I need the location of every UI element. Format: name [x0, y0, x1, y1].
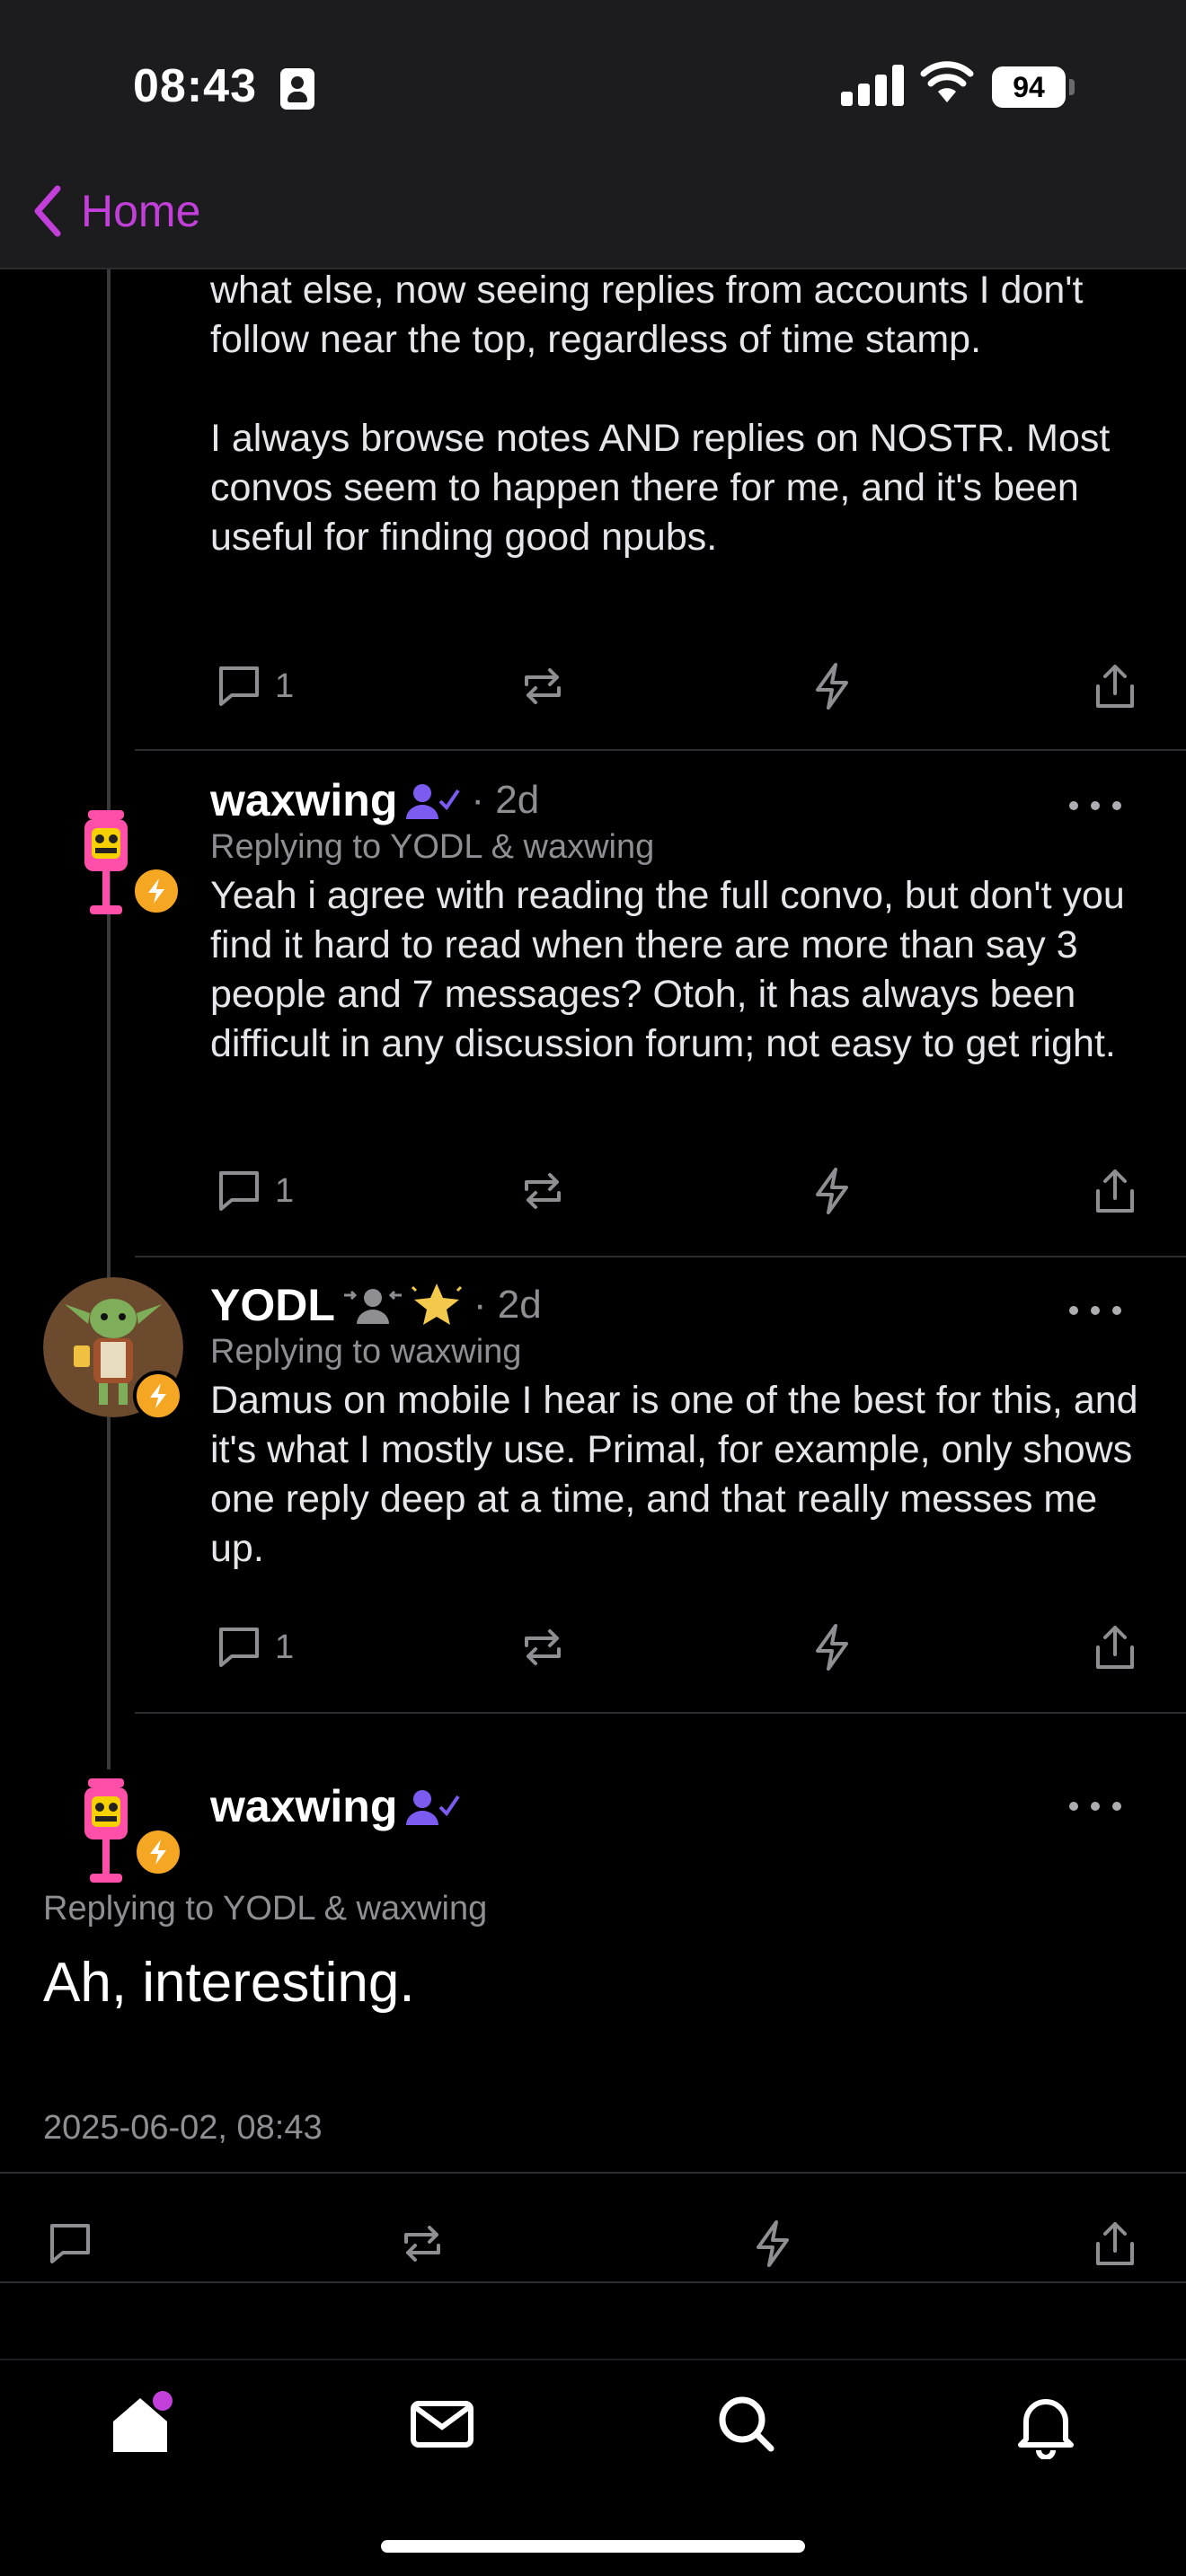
replying-to[interactable]: Replying to YODL & waxwing — [210, 828, 654, 867]
reply-icon — [219, 1628, 259, 1667]
zap-badge-icon — [133, 1371, 183, 1421]
post-actions: 1 — [210, 1620, 1148, 1674]
post-divider — [135, 1712, 1186, 1714]
more-options-button[interactable] — [1069, 792, 1123, 819]
share-button[interactable] — [1093, 1164, 1137, 1218]
post-actions: 1 — [210, 1164, 1148, 1218]
share-button[interactable] — [1093, 1620, 1137, 1674]
replying-to[interactable]: Replying to YODL & waxwing — [43, 1890, 487, 1928]
post-divider — [135, 1256, 1186, 1257]
share-icon — [1096, 665, 1134, 708]
repost-icon — [525, 1173, 561, 1209]
post-text: Damus on mobile I hear is one of the bes… — [210, 1379, 1138, 1570]
post-divider — [135, 749, 1186, 751]
share-button[interactable] — [1093, 659, 1137, 713]
tab-messages[interactable] — [406, 2387, 478, 2459]
contact-card-icon — [280, 68, 314, 110]
cellular-signal-icon — [841, 63, 904, 106]
top-bar: 08:43 94 Home — [0, 0, 1186, 269]
post-timestamp: 2025-06-02, 08:43 — [43, 2109, 323, 2147]
repost-button[interactable] — [519, 659, 566, 713]
verified-follow-icon — [406, 784, 461, 819]
bell-icon — [1018, 2399, 1074, 2460]
reply-button[interactable]: 1 — [216, 1620, 294, 1674]
share-icon — [1096, 1169, 1134, 1213]
zap-button[interactable] — [812, 659, 852, 713]
repost-button[interactable] — [519, 1620, 566, 1674]
time-ago: · 2d — [471, 778, 540, 822]
zap-button[interactable] — [812, 1164, 852, 1218]
home-indicator[interactable] — [381, 2540, 805, 2553]
reply-button[interactable]: 1 — [216, 659, 294, 713]
repost-icon — [525, 1629, 561, 1665]
back-button[interactable]: Home — [32, 180, 200, 243]
author-name[interactable]: waxwing — [210, 774, 397, 826]
status-time: 08:43 — [133, 60, 257, 112]
chevron-left-icon — [34, 185, 61, 237]
repost-button[interactable] — [519, 1164, 566, 1218]
reply-icon — [50, 2224, 90, 2263]
repost-button[interactable] — [399, 2217, 446, 2271]
reply-count: 1 — [275, 666, 295, 705]
share-icon — [1096, 1626, 1134, 1669]
post-actions: 1 — [210, 659, 1148, 713]
more-options-button[interactable] — [1069, 1793, 1123, 1820]
zap-icon — [816, 1624, 848, 1671]
post-header: waxwing — [210, 1777, 462, 1836]
repost-icon — [404, 2226, 440, 2262]
tab-notifications[interactable] — [1010, 2387, 1082, 2460]
share-button[interactable] — [1093, 2217, 1137, 2271]
wifi-icon — [920, 61, 974, 102]
zap-badge-icon — [131, 866, 181, 916]
tab-home[interactable] — [104, 2387, 176, 2459]
post-divider — [0, 2172, 1186, 2174]
focused-post-actions — [43, 2217, 1148, 2271]
reply-count: 1 — [275, 1628, 295, 1666]
search-icon — [719, 2396, 774, 2452]
zap-button[interactable] — [812, 1620, 852, 1674]
repost-icon — [525, 668, 561, 704]
reply-icon — [219, 666, 259, 706]
zap-badge-icon — [133, 1827, 183, 1877]
zap-button[interactable] — [753, 2217, 792, 2271]
post-text: what else, now seeing replies from accou… — [210, 269, 1111, 559]
thread-line — [107, 269, 111, 1769]
reply-button[interactable] — [47, 2217, 93, 2271]
mail-icon — [411, 2401, 474, 2448]
zap-icon — [816, 1168, 848, 1214]
zap-icon — [757, 2220, 789, 2267]
back-label: Home — [81, 186, 201, 236]
verified-follow-icon — [406, 1790, 461, 1825]
tab-search[interactable] — [710, 2387, 782, 2459]
more-options-button[interactable] — [1069, 1297, 1123, 1324]
replying-to[interactable]: Replying to waxwing — [210, 1333, 521, 1372]
post-divider — [0, 2281, 1186, 2283]
post-text: Ah, interesting. — [43, 1952, 415, 2014]
reply-count: 1 — [275, 1171, 295, 1210]
reply-button[interactable]: 1 — [216, 1164, 294, 1218]
star-icon — [411, 1284, 462, 1325]
notification-dot — [153, 2391, 173, 2411]
mutual-follow-icon — [343, 1289, 402, 1324]
author-name[interactable]: waxwing — [210, 1780, 397, 1832]
post-text: Yeah i agree with reading the full convo… — [210, 874, 1125, 1065]
battery-tip — [1069, 79, 1075, 95]
battery-indicator: 94 — [992, 66, 1066, 108]
post-header: YODL · 2d — [210, 1275, 542, 1335]
reply-icon — [219, 1171, 259, 1211]
time-ago: · 2d — [473, 1283, 542, 1327]
author-name[interactable]: YODL — [210, 1279, 335, 1331]
post-header: waxwing · 2d — [210, 771, 539, 830]
share-icon — [1096, 2222, 1134, 2265]
zap-icon — [816, 663, 848, 710]
